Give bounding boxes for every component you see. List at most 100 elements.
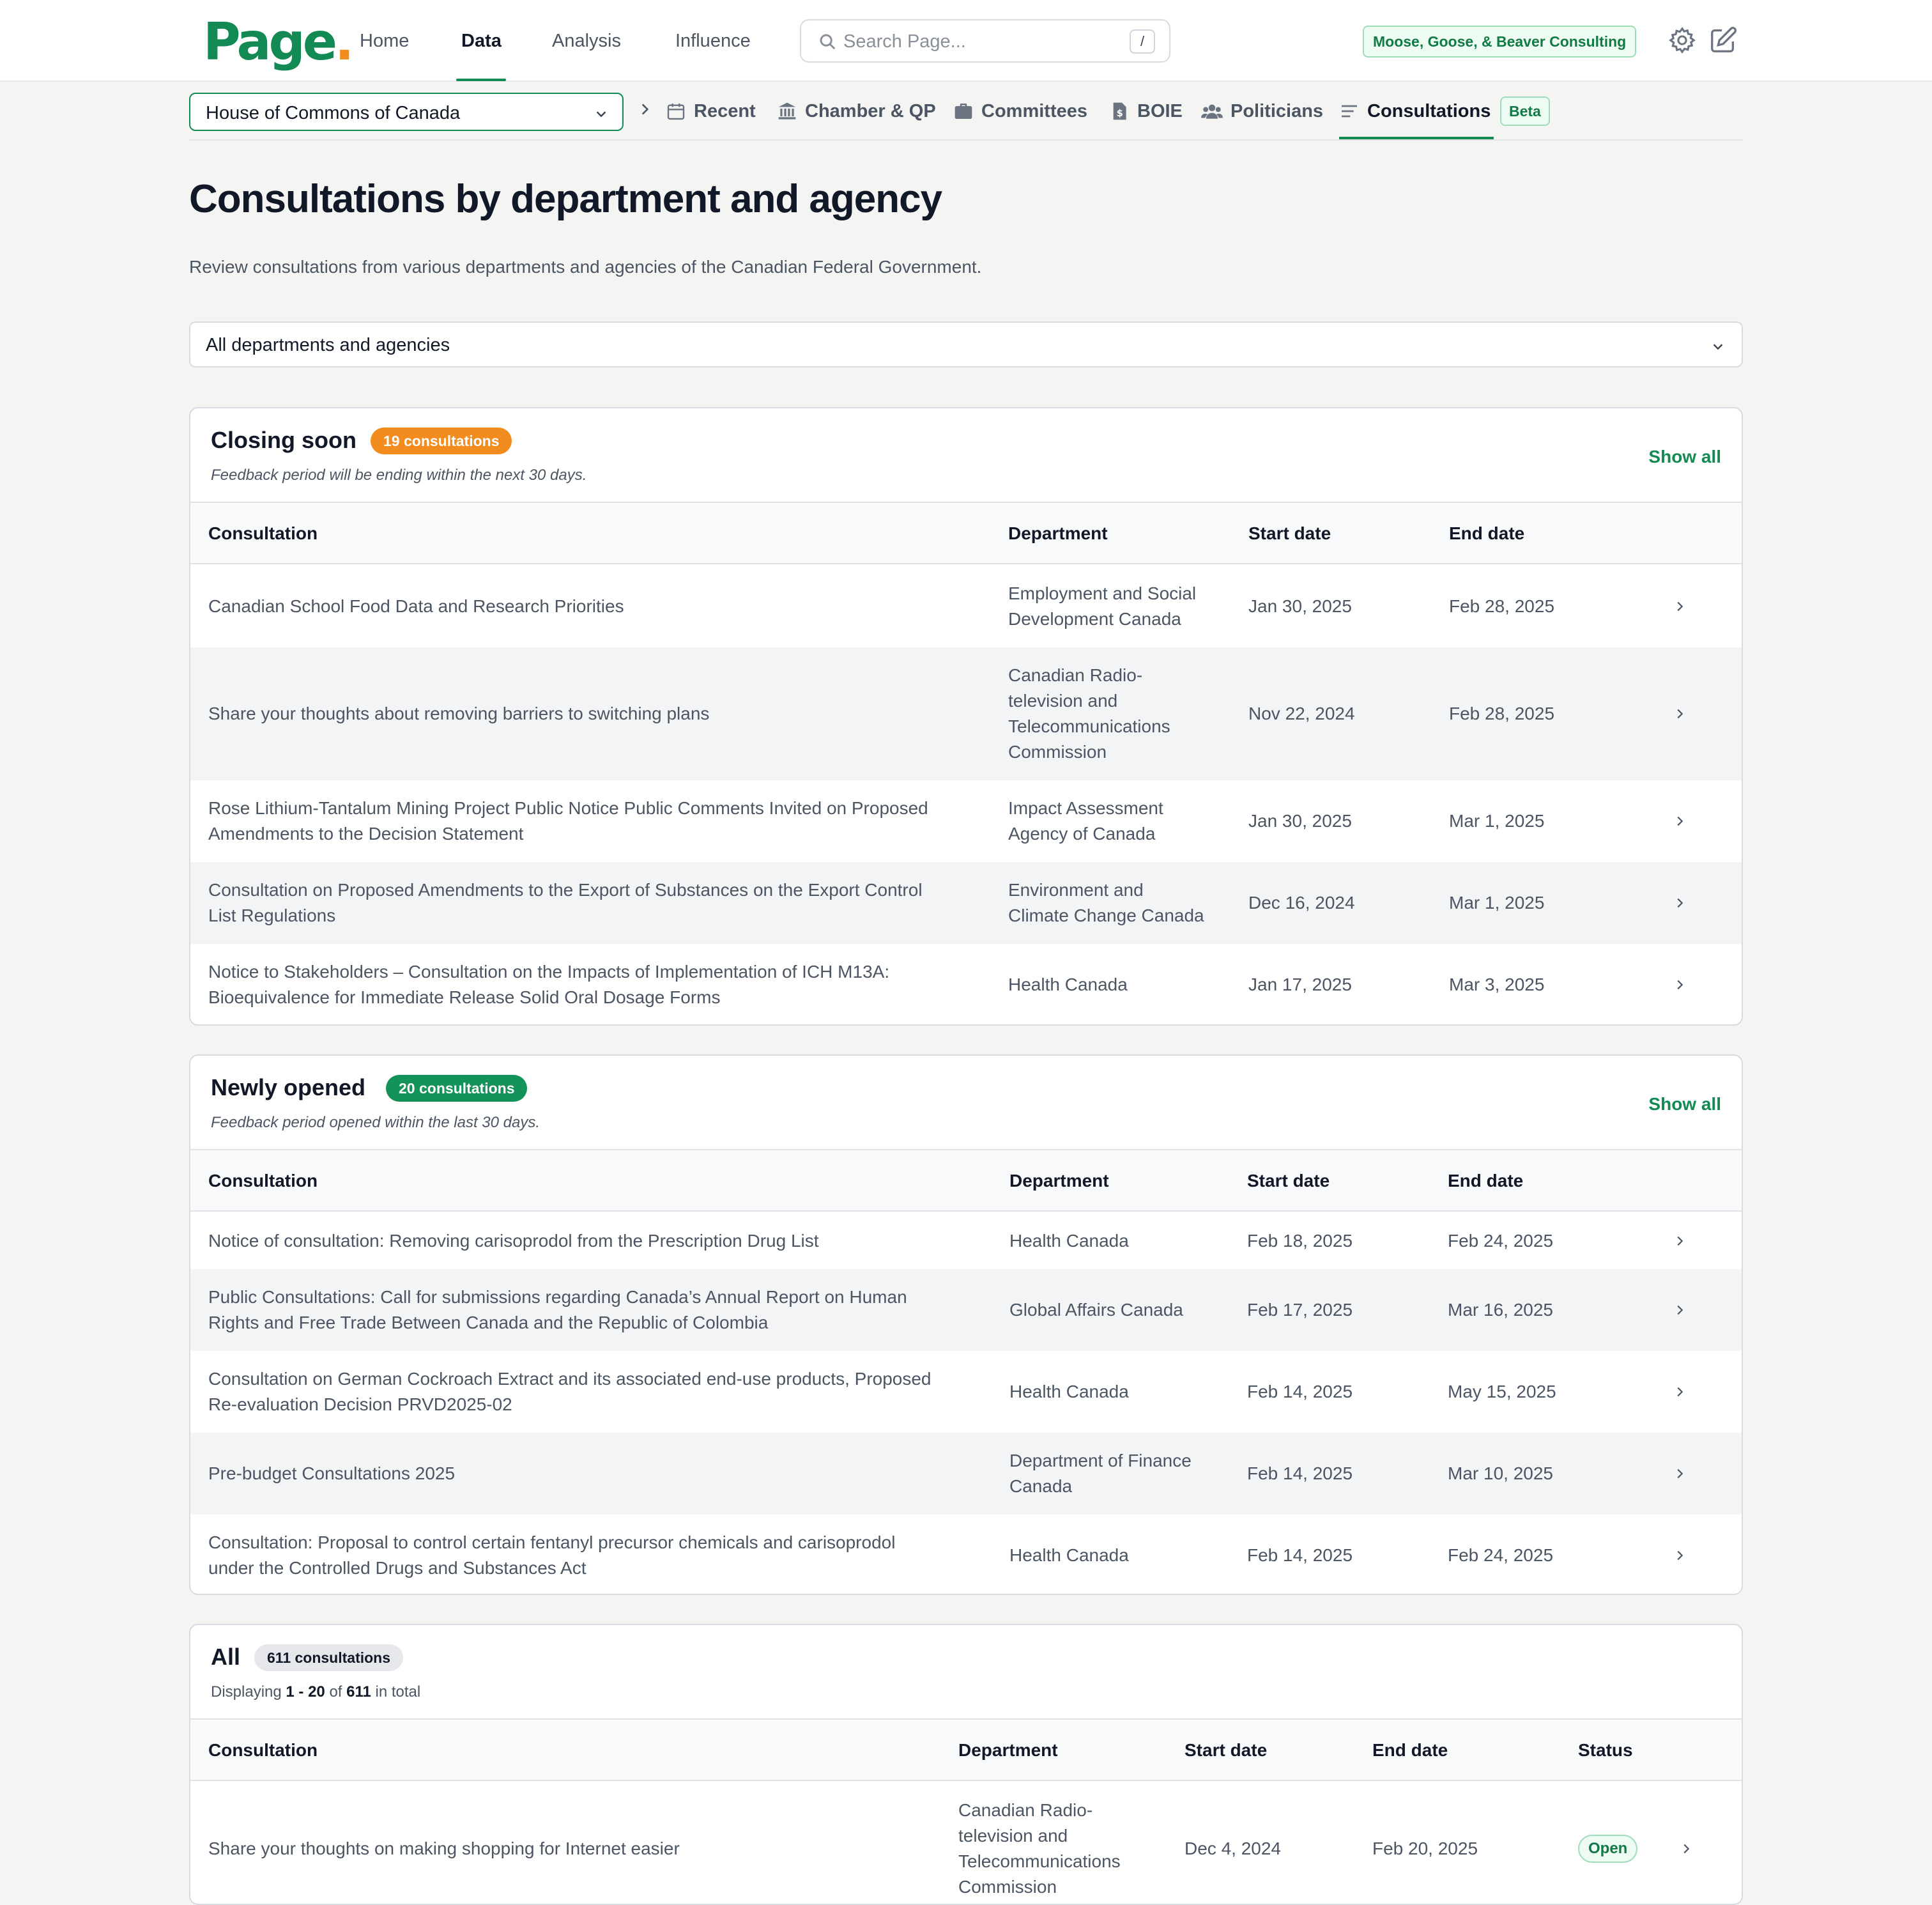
start-date: Jan 30, 2025 <box>1248 596 1352 616</box>
table-row[interactable]: Rose Lithium-Tantalum Mining Project Pub… <box>190 780 1742 862</box>
parliament-building-icon <box>778 102 796 120</box>
department-name: Health Canada <box>1009 1382 1129 1401</box>
department-name: Employment and Social Development Canada <box>1008 583 1197 629</box>
end-date: Feb 28, 2025 <box>1449 704 1555 723</box>
chevron-right-icon[interactable] <box>1673 707 1687 721</box>
table-row[interactable]: Share your thoughts about removing barri… <box>190 647 1742 780</box>
table-row[interactable]: Share your thoughts on making shopping f… <box>190 1782 1742 1904</box>
department-name: Canadian Radio-television and Telecommuni… <box>1008 665 1170 762</box>
newly-opened-show-all-link[interactable]: Show all <box>1648 1093 1721 1116</box>
chevron-right-icon[interactable] <box>1673 599 1687 613</box>
consultation-title: Notice of consultation: Removing carisop… <box>208 1231 819 1251</box>
nav-analysis-link[interactable]: Analysis <box>552 28 621 54</box>
table-row[interactable]: Notice of consultation: Removing carisop… <box>190 1213 1742 1269</box>
column-header-department: Department <box>958 1740 1058 1760</box>
house-select[interactable]: House of Commons of Canada <box>189 93 624 131</box>
end-date: Feb 28, 2025 <box>1449 596 1555 616</box>
chevron-right-icon[interactable] <box>1673 896 1687 910</box>
column-header-status: Status <box>1578 1740 1633 1760</box>
start-date: Feb 14, 2025 <box>1247 1463 1353 1483</box>
settings-gear-icon[interactable] <box>1667 26 1697 55</box>
closing-soon-table-header: Consultation Department Start date End d… <box>190 502 1742 564</box>
consultation-title: Public Consultations: Call for submissio… <box>208 1287 907 1332</box>
newly-opened-table-header: Consultation Department Start date End d… <box>190 1149 1742 1212</box>
table-row[interactable]: Consultation on Proposed Amendments to t… <box>190 862 1742 944</box>
end-date: Feb 24, 2025 <box>1448 1231 1554 1251</box>
column-header-start-date: Start date <box>1247 1171 1330 1191</box>
department-name: Global Affairs Canada <box>1009 1300 1183 1320</box>
start-date: Feb 17, 2025 <box>1247 1300 1353 1320</box>
table-row[interactable]: Notice to Stakeholders – Consultation on… <box>190 944 1742 1024</box>
consultation-title: Consultation on Proposed Amendments to t… <box>208 880 923 925</box>
lines-list-icon <box>1342 105 1357 118</box>
chevron-right-icon[interactable] <box>1673 978 1687 992</box>
tab-chamber-qp[interactable]: Chamber & QP <box>777 96 936 127</box>
search-placeholder: Search Page... <box>843 31 966 52</box>
column-header-consultation: Consultation <box>208 1171 318 1191</box>
status-badge: Open <box>1578 1835 1638 1863</box>
column-header-department: Department <box>1009 1171 1109 1191</box>
edit-pencil-icon[interactable] <box>1708 26 1738 55</box>
tab-recent[interactable]: Recent <box>666 96 756 127</box>
top-navbar: Page. Home Data Analysis Influence Searc… <box>0 0 1932 82</box>
tab-consultations[interactable]: Consultations <box>1339 96 1491 127</box>
chevron-right-icon[interactable] <box>1673 1548 1687 1562</box>
table-row[interactable]: Canadian School Food Data and Research P… <box>190 566 1742 647</box>
chevron-right-icon[interactable] <box>1673 1467 1687 1481</box>
end-date: Feb 20, 2025 <box>1372 1839 1478 1858</box>
table-row[interactable]: Public Consultations: Call for submissio… <box>190 1269 1742 1351</box>
tab-politicians[interactable]: Politicians <box>1201 96 1323 127</box>
start-date: Jan 17, 2025 <box>1248 975 1352 994</box>
newly-opened-title: Newly opened <box>211 1074 366 1100</box>
search-icon <box>820 34 836 50</box>
newly-opened-card: Newly opened 20 consultations Feedback p… <box>189 1054 1743 1595</box>
start-date: Dec 16, 2024 <box>1248 893 1355 913</box>
start-date: Dec 4, 2024 <box>1184 1839 1281 1858</box>
table-row[interactable]: Consultation: Proposal to control certai… <box>190 1515 1742 1594</box>
closing-soon-card: Closing soon 19 consultations Feedback p… <box>189 407 1743 1026</box>
search-input[interactable]: Search Page... / <box>800 19 1170 63</box>
organization-badge[interactable]: Moose, Goose, & Beaver Consulting <box>1363 26 1637 58</box>
dollar-document-icon: $ <box>1113 102 1126 120</box>
beta-badge: Beta <box>1500 96 1550 126</box>
people-icon <box>1201 104 1223 119</box>
chevron-right-icon[interactable] <box>1673 1234 1687 1248</box>
tab-active-indicator <box>1339 137 1494 139</box>
all-table-header: Consultation Department Start date End d… <box>190 1718 1742 1781</box>
chevron-right-icon[interactable] <box>1679 1842 1693 1856</box>
tab-boie[interactable]: $ BOIE <box>1109 96 1183 127</box>
table-row[interactable]: Pre-budget Consultations 2025 Department … <box>190 1433 1742 1515</box>
chevron-right-icon[interactable] <box>1673 814 1687 828</box>
table-row[interactable]: Consultation on German Cockroach Extract… <box>190 1351 1742 1433</box>
nav-data-link[interactable]: Data <box>461 28 502 54</box>
column-header-end-date: End date <box>1372 1740 1448 1760</box>
column-header-start-date: Start date <box>1248 523 1331 543</box>
start-date: Feb 14, 2025 <box>1247 1382 1353 1401</box>
start-date: Feb 14, 2025 <box>1247 1545 1353 1565</box>
column-header-department: Department <box>1008 523 1108 543</box>
nav-home-link[interactable]: Home <box>360 28 409 54</box>
consultation-title: Notice to Stakeholders – Consultation on… <box>208 962 890 1007</box>
consultation-title: Canadian School Food Data and Research P… <box>208 596 624 616</box>
search-shortcut-key: / <box>1130 29 1155 54</box>
svg-text:$: $ <box>1117 108 1123 119</box>
column-header-consultation: Consultation <box>208 1740 318 1760</box>
all-consultations-card: All 611 consultations Displaying 1 - 20 … <box>189 1624 1743 1905</box>
column-header-start-date: Start date <box>1184 1740 1268 1760</box>
end-date: Mar 1, 2025 <box>1449 811 1545 831</box>
page-logo[interactable]: Page. <box>203 13 354 72</box>
nav-influence-link[interactable]: Influence <box>675 28 751 54</box>
nav-active-indicator <box>456 79 506 81</box>
department-filter-select[interactable]: All departments and agencies <box>189 321 1743 367</box>
consultation-title: Consultation on German Cockroach Extract… <box>208 1369 931 1414</box>
house-select-value: House of Commons of Canada <box>206 103 461 123</box>
chevron-right-icon[interactable] <box>1673 1385 1687 1399</box>
chevron-right-icon[interactable] <box>1673 1303 1687 1317</box>
closing-soon-show-all-link[interactable]: Show all <box>1648 445 1721 468</box>
department-name: Department of Finance Canada <box>1009 1451 1192 1496</box>
end-date: Mar 16, 2025 <box>1448 1300 1553 1320</box>
start-date: Jan 30, 2025 <box>1248 811 1352 831</box>
page-subtitle: Review consultations from various depart… <box>189 257 982 277</box>
tab-committees[interactable]: Committees <box>953 96 1087 127</box>
column-header-end-date: End date <box>1449 523 1525 543</box>
